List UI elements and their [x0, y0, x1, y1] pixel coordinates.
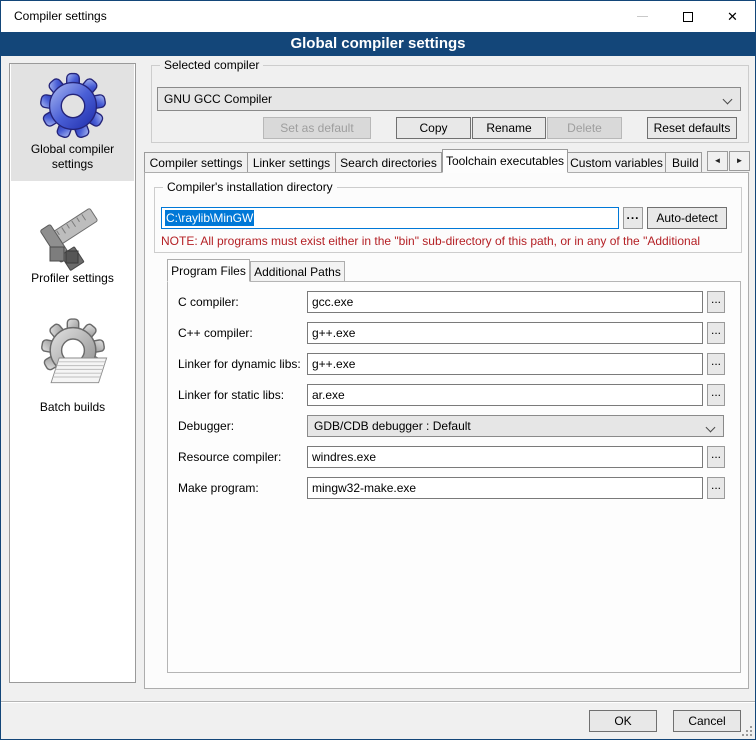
grey-gear-stack-icon	[11, 316, 134, 400]
field-label: Linker for static libs:	[178, 388, 284, 403]
sidebar-item-batch-builds[interactable]: Batch builds	[11, 312, 134, 442]
cpp-compiler-browse-button[interactable]: ...	[707, 322, 725, 344]
group-label: Selected compiler	[160, 58, 263, 73]
selected-text: C:\raylib\MinGW	[165, 210, 254, 226]
bin-subdirectory-note: NOTE: All programs must exist either in …	[161, 234, 739, 248]
sidebar-label: Global compiler	[11, 142, 134, 157]
tab-compiler-settings[interactable]: Compiler settings	[144, 152, 248, 173]
close-icon: ✕	[727, 9, 738, 25]
subtab-additional-paths[interactable]: Additional Paths	[250, 261, 345, 282]
field-label: Make program:	[178, 481, 259, 496]
dynamic-linker-browse-button[interactable]: ...	[707, 353, 725, 375]
static-linker-input[interactable]	[307, 384, 703, 406]
sidebar-label: settings	[11, 157, 134, 172]
settings-category-list: Global compiler settings Profiler settin…	[9, 63, 136, 683]
make-program-browse-button[interactable]: ...	[707, 477, 725, 499]
delete-button: Delete	[547, 117, 622, 139]
copy-button[interactable]: Copy	[396, 117, 471, 139]
browse-directory-button[interactable]: ...	[623, 207, 643, 229]
chevron-down-icon	[723, 95, 733, 105]
c-compiler-browse-button[interactable]: ...	[707, 291, 725, 313]
resize-grip-icon[interactable]	[742, 726, 752, 736]
tab-toolchain-executables[interactable]: Toolchain executables	[442, 149, 568, 173]
field-label: C compiler:	[178, 295, 239, 310]
chevron-down-icon	[706, 423, 716, 433]
field-label: Debugger:	[178, 419, 234, 434]
sidebar-label: Batch builds	[11, 400, 134, 415]
subtab-program-files[interactable]: Program Files	[167, 259, 250, 282]
tab-search-directories[interactable]: Search directories	[336, 152, 442, 173]
reset-defaults-button[interactable]: Reset defaults	[647, 117, 737, 139]
debugger-select[interactable]: GDB/CDB debugger : Default	[307, 415, 724, 437]
make-program-input[interactable]	[307, 477, 703, 499]
window-title: Compiler settings	[14, 1, 107, 32]
program-files-page: C compiler: ... C++ compiler: ... Linker…	[167, 281, 741, 673]
resource-compiler-browse-button[interactable]: ...	[707, 446, 725, 468]
sidebar-item-profiler-settings[interactable]: Profiler settings	[11, 189, 134, 309]
auto-detect-button[interactable]: Auto-detect	[647, 207, 727, 229]
tab-build-options-clipped[interactable]: Build	[666, 152, 702, 173]
tab-scroll-right-button[interactable]: ►	[729, 151, 750, 171]
compiler-select[interactable]: GNU GCC Compiler	[157, 87, 741, 111]
tab-linker-settings[interactable]: Linker settings	[248, 152, 336, 173]
set-as-default-button: Set as default	[263, 117, 371, 139]
field-label: C++ compiler:	[178, 326, 253, 341]
tab-scroll-left-button[interactable]: ◄	[707, 151, 728, 171]
compiler-settings-dialog: Compiler settings ✕ Global compiler sett…	[0, 0, 756, 740]
ok-button[interactable]: OK	[589, 710, 657, 732]
footer-separator	[1, 701, 756, 703]
dialog-banner: Global compiler settings	[1, 32, 755, 56]
resource-compiler-input[interactable]	[307, 446, 703, 468]
c-compiler-input[interactable]	[307, 291, 703, 313]
caliper-icon	[11, 193, 134, 271]
static-linker-browse-button[interactable]: ...	[707, 384, 725, 406]
cancel-button[interactable]: Cancel	[673, 710, 741, 732]
group-label: Compiler's installation directory	[163, 180, 337, 195]
maximize-icon	[683, 12, 693, 22]
minimize-button	[620, 1, 665, 32]
sidebar-item-global-compiler-settings[interactable]: Global compiler settings	[11, 64, 134, 181]
debugger-select-value: GDB/CDB debugger : Default	[314, 419, 471, 433]
field-label: Resource compiler:	[178, 450, 281, 465]
tab-custom-variables[interactable]: Custom variables	[568, 152, 666, 173]
cpp-compiler-input[interactable]	[307, 322, 703, 344]
maximize-button[interactable]	[665, 1, 710, 32]
compiler-select-value: GNU GCC Compiler	[164, 92, 272, 106]
dynamic-linker-input[interactable]	[307, 353, 703, 375]
rename-button[interactable]: Rename	[472, 117, 546, 139]
installation-directory-input[interactable]: C:\raylib\MinGW	[161, 207, 619, 229]
settings-tabstrip: Compiler settings Linker settings Search…	[144, 149, 706, 173]
minimize-icon	[637, 16, 648, 17]
field-label: Linker for dynamic libs:	[178, 357, 301, 372]
sidebar-label: Profiler settings	[11, 271, 134, 286]
blue-gear-icon	[11, 70, 134, 142]
close-button[interactable]: ✕	[710, 1, 755, 32]
titlebar[interactable]: Compiler settings ✕	[1, 1, 755, 32]
